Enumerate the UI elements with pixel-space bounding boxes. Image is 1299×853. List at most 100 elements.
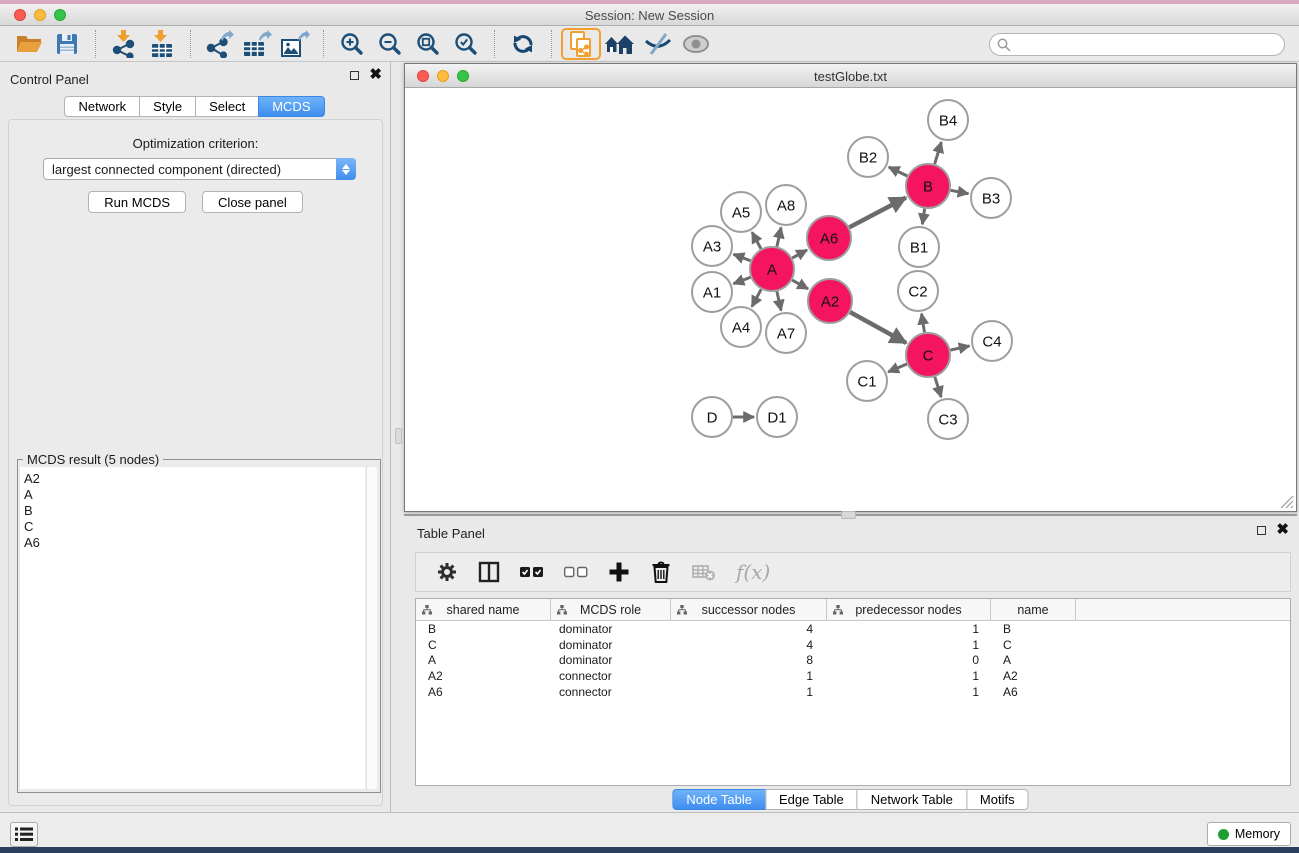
- mcds-result-item[interactable]: A6: [24, 535, 365, 551]
- edge-A-A8[interactable]: [777, 227, 781, 246]
- memory-button[interactable]: Memory: [1207, 822, 1291, 846]
- zoom-in-button[interactable]: [333, 28, 371, 60]
- export-table-button[interactable]: [238, 28, 276, 60]
- search-input[interactable]: [989, 33, 1285, 56]
- node-A[interactable]: A: [750, 247, 794, 291]
- tab-motifs[interactable]: Motifs: [966, 789, 1029, 810]
- node-D[interactable]: D: [692, 397, 732, 437]
- delete-table-button[interactable]: [692, 562, 716, 582]
- table-cell[interactable]: 1: [671, 685, 827, 699]
- table-cell[interactable]: 1: [827, 669, 991, 683]
- table-cell[interactable]: 1: [827, 685, 991, 699]
- first-neighbors-button[interactable]: [601, 28, 639, 60]
- column-header-predecessor-nodes[interactable]: predecessor nodes: [827, 599, 991, 620]
- table-cell[interactable]: A2: [416, 669, 551, 683]
- tab-mcds[interactable]: MCDS: [258, 96, 324, 117]
- table-cell[interactable]: A: [416, 653, 551, 667]
- tab-select[interactable]: Select: [195, 96, 259, 117]
- table-cell[interactable]: A2: [991, 669, 1076, 683]
- table-cell[interactable]: 4: [671, 638, 827, 652]
- node-A4[interactable]: A4: [721, 307, 761, 347]
- mcds-result-item[interactable]: C: [24, 519, 365, 535]
- tab-style[interactable]: Style: [139, 96, 196, 117]
- edge-A-A5[interactable]: [752, 232, 761, 249]
- hide-selected-button[interactable]: [639, 28, 677, 60]
- table-cell[interactable]: connector: [551, 669, 671, 683]
- tab-edge-table[interactable]: Edge Table: [765, 789, 858, 810]
- node-A6[interactable]: A6: [807, 216, 851, 260]
- table-cell[interactable]: connector: [551, 685, 671, 699]
- save-session-button[interactable]: [48, 28, 86, 60]
- mcds-result-item[interactable]: A2: [24, 471, 365, 487]
- edge-B-B2[interactable]: [889, 167, 908, 176]
- export-image-button[interactable]: [276, 28, 314, 60]
- vertical-splitter-handle[interactable]: [395, 428, 402, 444]
- table-cell[interactable]: 1: [827, 622, 991, 636]
- function-builder-button[interactable]: f(x): [736, 560, 770, 584]
- import-network-button[interactable]: [105, 28, 143, 60]
- show-all-button[interactable]: [677, 28, 715, 60]
- close-panel-icon[interactable]: ✖: [369, 70, 382, 80]
- node-A7[interactable]: A7: [766, 313, 806, 353]
- new-network-from-selection-button[interactable]: [561, 28, 601, 60]
- node-C1[interactable]: C1: [847, 361, 887, 401]
- edge-A-A1[interactable]: [733, 277, 750, 284]
- node-B3[interactable]: B3: [971, 178, 1011, 218]
- table-cell[interactable]: C: [416, 638, 551, 652]
- network-graph-canvas[interactable]: B4B2BB3A8A5A6A3B1AA1C2A2A4A7C4CC1DD1C3: [405, 88, 1296, 511]
- node-B[interactable]: B: [906, 164, 950, 208]
- table-cell[interactable]: 1: [671, 669, 827, 683]
- table-cell[interactable]: C: [991, 638, 1076, 652]
- mcds-list-scrollbar[interactable]: [366, 467, 377, 789]
- resize-grip-icon[interactable]: [1280, 495, 1294, 509]
- table-cell[interactable]: 0: [827, 653, 991, 667]
- edge-B-B4[interactable]: [935, 142, 942, 164]
- run-mcds-button[interactable]: Run MCDS: [88, 191, 186, 213]
- toggle-panes-button[interactable]: [478, 561, 500, 583]
- optimization-criterion-select[interactable]: largest connected component (directed): [43, 158, 356, 180]
- edge-C-C2[interactable]: [922, 314, 925, 333]
- zoom-fit-button[interactable]: [409, 28, 447, 60]
- close-panel-icon[interactable]: ✖: [1276, 525, 1289, 535]
- node-A2[interactable]: A2: [808, 279, 852, 323]
- table-cell[interactable]: 8: [671, 653, 827, 667]
- edge-B-B3[interactable]: [951, 190, 969, 193]
- node-C[interactable]: C: [906, 333, 950, 377]
- edge-A-A3[interactable]: [733, 254, 750, 261]
- table-cell[interactable]: dominator: [551, 653, 671, 667]
- create-column-button[interactable]: [608, 561, 630, 583]
- node-A8[interactable]: A8: [766, 185, 806, 225]
- zoom-selected-button[interactable]: [447, 28, 485, 60]
- close-panel-button[interactable]: Close panel: [202, 191, 303, 213]
- node-A5[interactable]: A5: [721, 192, 761, 232]
- tools-button[interactable]: [10, 822, 38, 847]
- table-cell[interactable]: 4: [671, 622, 827, 636]
- node-B1[interactable]: B1: [899, 227, 939, 267]
- horizontal-splitter-handle[interactable]: [841, 511, 856, 519]
- tab-network-table[interactable]: Network Table: [857, 789, 967, 810]
- column-header-MCDS-role[interactable]: MCDS role: [551, 599, 671, 620]
- node-B4[interactable]: B4: [928, 100, 968, 140]
- edge-A-A6[interactable]: [792, 250, 807, 258]
- edge-A-A2[interactable]: [792, 280, 808, 289]
- refresh-button[interactable]: [504, 28, 542, 60]
- float-panel-icon[interactable]: [1257, 526, 1266, 535]
- node-A1[interactable]: A1: [692, 272, 732, 312]
- mcds-result-item[interactable]: A: [24, 487, 365, 503]
- node-C2[interactable]: C2: [898, 271, 938, 311]
- edge-A2-C[interactable]: [850, 312, 906, 343]
- export-network-button[interactable]: [200, 28, 238, 60]
- edge-B-B1[interactable]: [922, 209, 924, 224]
- table-cell[interactable]: dominator: [551, 622, 671, 636]
- column-header-shared-name[interactable]: shared name: [416, 599, 551, 620]
- tab-network[interactable]: Network: [64, 96, 140, 117]
- zoom-out-button[interactable]: [371, 28, 409, 60]
- edge-A-A4[interactable]: [752, 289, 761, 306]
- table-cell[interactable]: A6: [416, 685, 551, 699]
- edge-A6-B[interactable]: [849, 198, 906, 228]
- mcds-result-item[interactable]: B: [24, 503, 365, 519]
- table-cell[interactable]: A6: [991, 685, 1076, 699]
- table-cell[interactable]: A: [991, 653, 1076, 667]
- table-settings-button[interactable]: [436, 561, 458, 583]
- node-C3[interactable]: C3: [928, 399, 968, 439]
